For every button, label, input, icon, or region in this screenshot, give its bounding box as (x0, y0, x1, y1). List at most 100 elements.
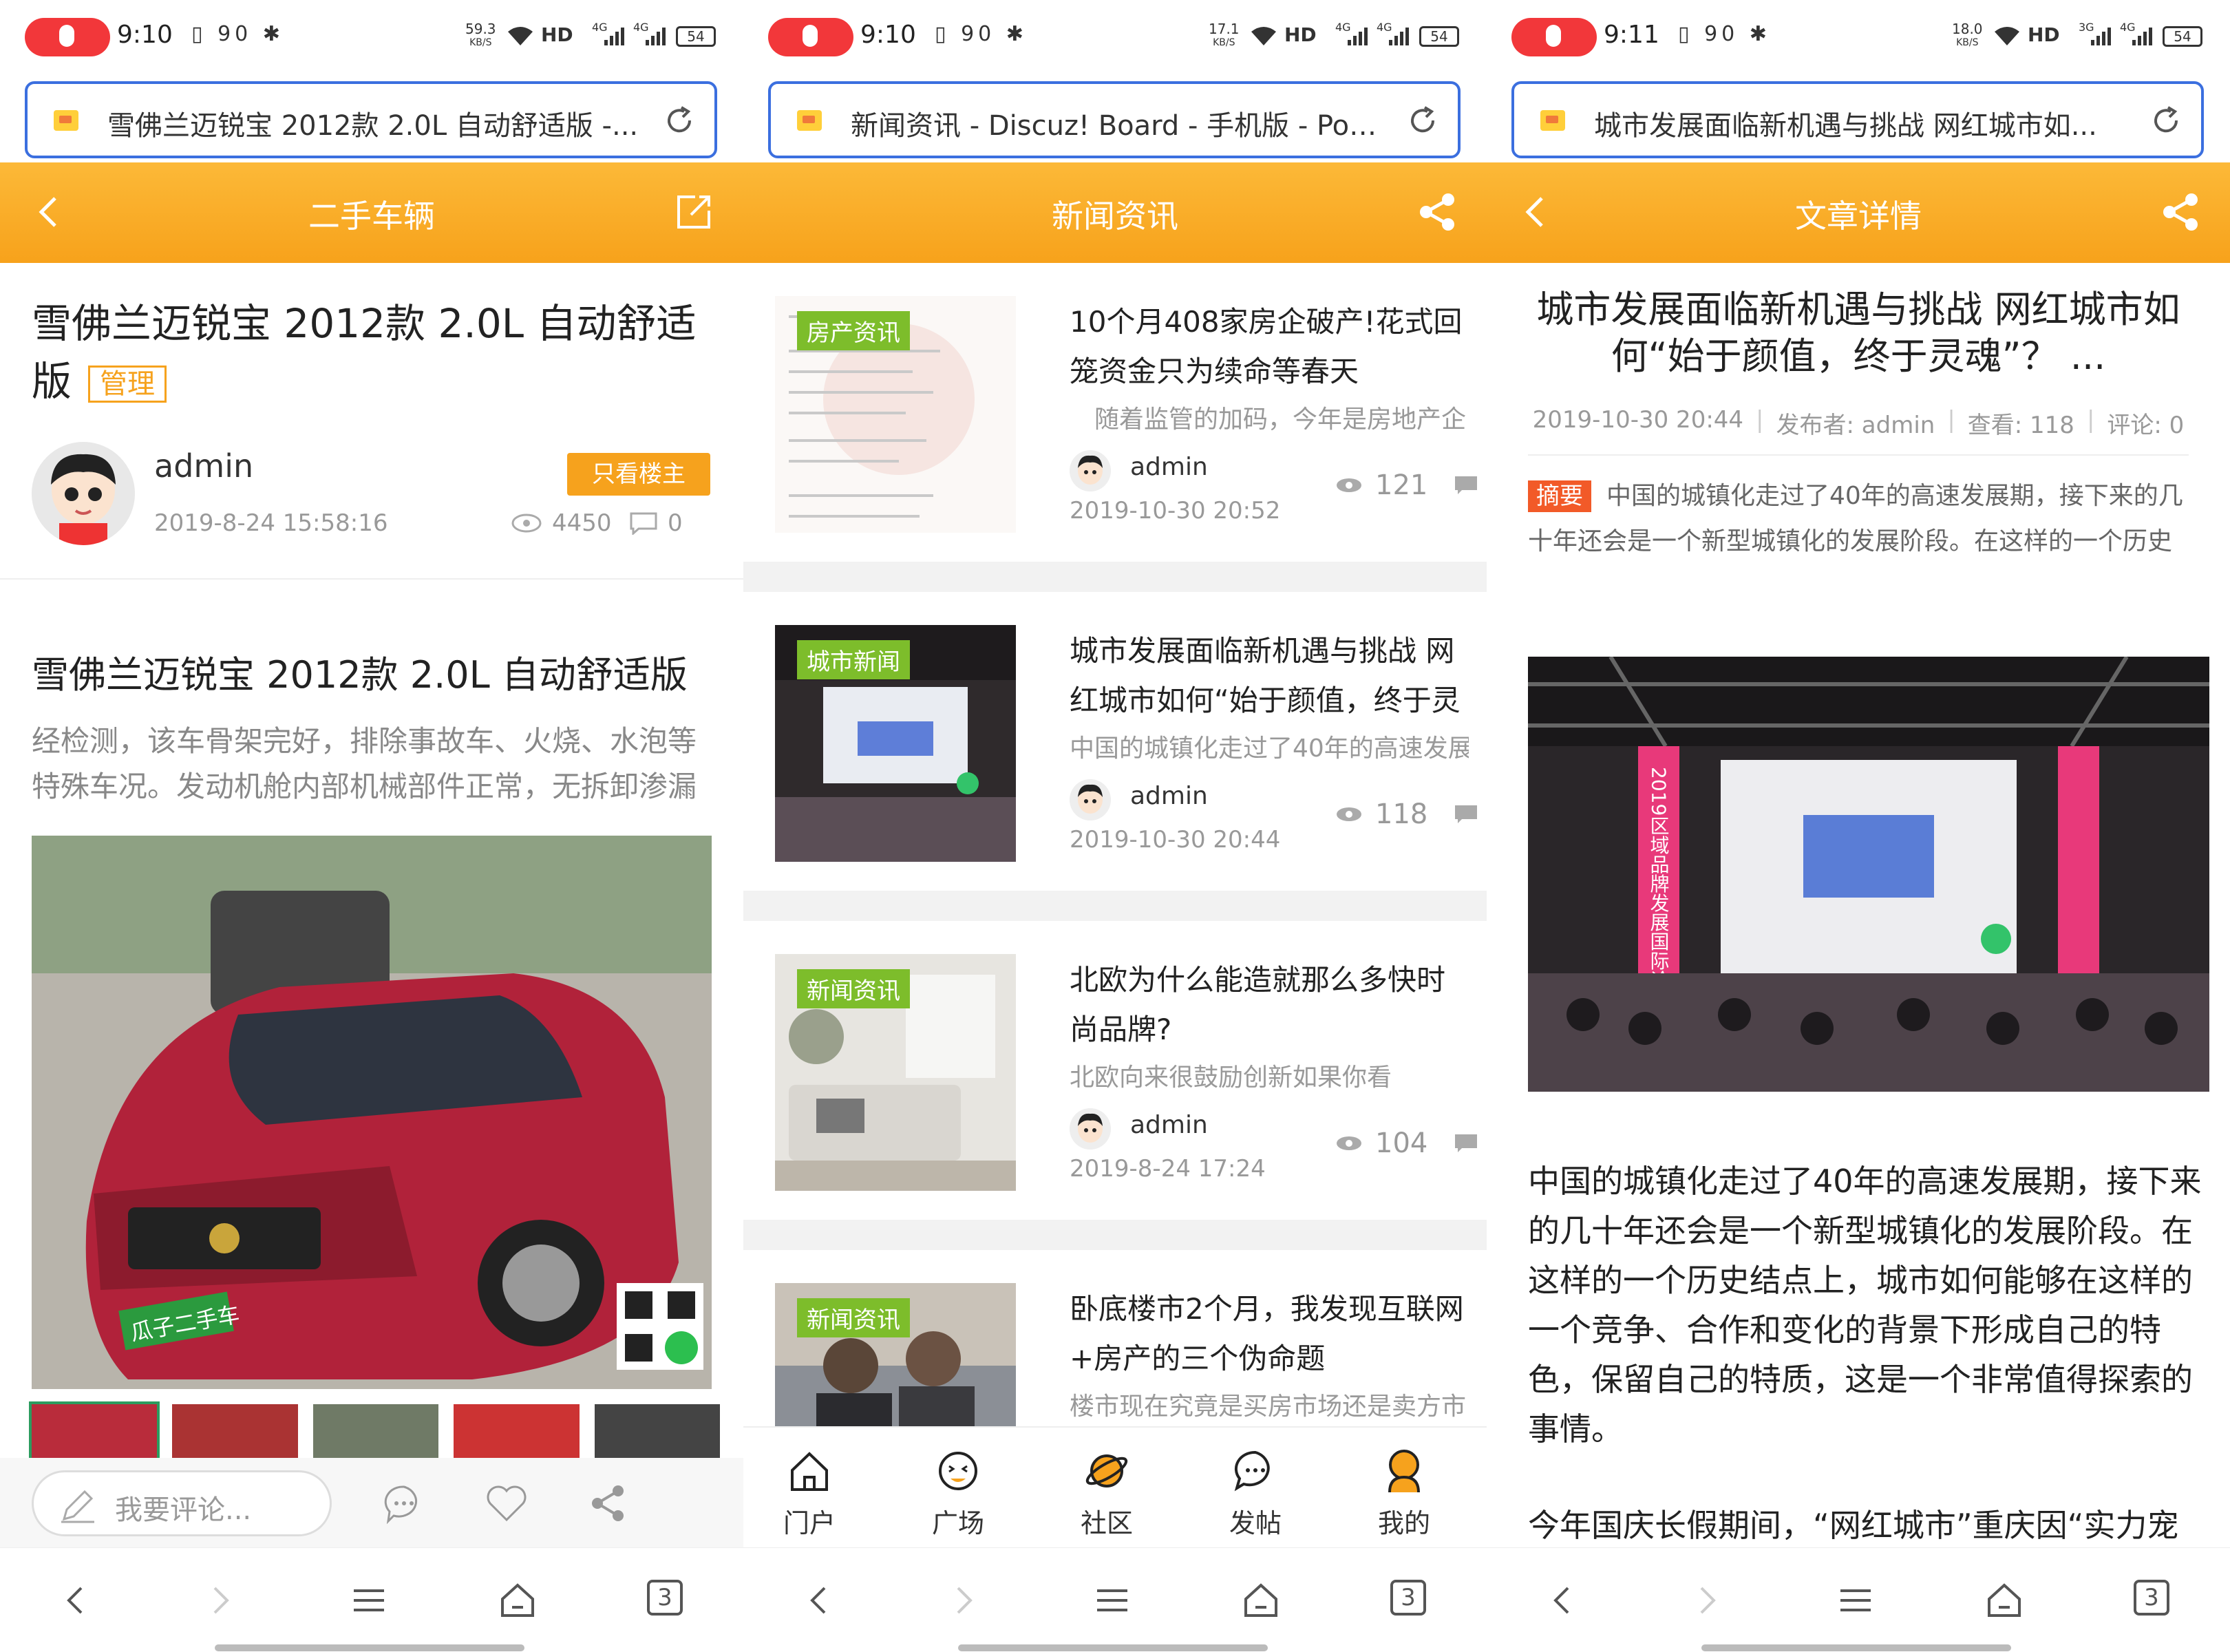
browser-back-icon[interactable] (798, 1580, 840, 1621)
vibrate-icon: ▯ (935, 22, 951, 46)
tabs-count-icon[interactable]: 3 (2134, 1580, 2169, 1616)
browser-forward-icon[interactable] (200, 1580, 241, 1621)
signal-1-icon (2091, 25, 2111, 45)
refresh-icon[interactable] (663, 105, 695, 136)
share-external-icon[interactable] (672, 190, 716, 234)
article-comments: 评论: 0 (2107, 412, 2185, 439)
divider (1528, 454, 2189, 456)
news-summary: 随着监管的加码，今年是房地产企 (1094, 405, 1467, 434)
mic-indicator[interactable] (768, 18, 853, 56)
car-photo[interactable]: 瓜子二手车 (32, 836, 712, 1389)
mic-indicator[interactable] (25, 18, 110, 56)
article-body: 中国的城镇化走过了40年的高速发展期，接下来的几十年还会是一个新型城镇化的发展阶… (1528, 1163, 2202, 1448)
home-icon[interactable] (1984, 1580, 2025, 1621)
home-icon[interactable] (497, 1580, 538, 1621)
refresh-rate: 90 (217, 22, 253, 46)
emoji-face-icon (939, 1452, 977, 1490)
news-card[interactable]: 新闻资讯 北欧为什么能造就那么多快时尚品牌? 北欧向来很鼓励创新如果你看 adm… (743, 921, 1487, 1224)
tabs-count-icon[interactable]: 3 (647, 1580, 683, 1616)
thumbnail[interactable] (28, 1401, 160, 1461)
network-type: HD (1284, 23, 1317, 46)
mic-icon (1546, 25, 1561, 47)
news-card[interactable]: 城市新闻 城市发展面临新机遇与挑战 网红城市如何“始于颜值，终于灵 中国的城镇化… (743, 592, 1487, 895)
menu-icon[interactable] (348, 1580, 390, 1621)
page-header: 新闻资讯 (743, 162, 1487, 263)
home-indicator[interactable] (215, 1644, 524, 1651)
comment-count: 0 (629, 509, 683, 537)
panel-used-car-post: 9:10 ▯ 90 ✱ 59.3 KB/S HD 4G 4G 54 雪佛兰迈锐宝 … (0, 0, 743, 1652)
browser-back-icon[interactable] (55, 1580, 96, 1621)
wifi-icon (508, 27, 533, 45)
heart-icon[interactable] (485, 1483, 529, 1524)
news-title: 卧底楼市2个月，我发现互联网+房产的三个伪命题 (1070, 1292, 1464, 1375)
refresh-rate: 90 (1704, 22, 1739, 46)
browser-back-icon[interactable] (1542, 1580, 1583, 1621)
only-op-button[interactable]: 只看楼主 (567, 453, 710, 496)
home-indicator[interactable] (958, 1644, 1268, 1651)
news-card[interactable]: 房产资讯 10个月408家房企破产!花式回笼资金只为续命等春天 随着监管的加码，… (743, 263, 1487, 566)
news-card[interactable]: 新闻资讯 卧底楼市2个月，我发现互联网+房产的三个伪命题 楼市现在究竟是买房市场… (743, 1250, 1487, 1426)
browser-forward-icon[interactable] (1686, 1580, 1728, 1621)
menu-icon[interactable] (1092, 1580, 1133, 1621)
tab-post[interactable]: 发帖 (1214, 1447, 1297, 1540)
tab-community[interactable]: 社区 (1065, 1447, 1148, 1540)
signal-1-icon (604, 25, 624, 45)
status-icons: ▯ 90 ✱ (1678, 22, 1771, 46)
status-bar: 9:10 ▯ 90 ✱ 59.3 KB/S HD 4G 4G 54 (0, 0, 743, 76)
home-indicator[interactable] (1701, 1644, 2011, 1651)
article-image[interactable]: 2019区域品牌发展国际论坛 (1528, 657, 2209, 1092)
separator (743, 562, 1487, 592)
refresh-icon[interactable] (1407, 105, 1438, 136)
browser-forward-icon[interactable] (943, 1580, 984, 1621)
summary-text: 中国的城镇化走过了40年的高速发展期，接下来的几十年还会是一个新型城镇化的发展阶… (1528, 482, 2183, 555)
author-name[interactable]: admin (154, 447, 253, 485)
avatar (1070, 1108, 1111, 1150)
browser-bottom-nav: 3 (743, 1547, 1487, 1652)
mic-indicator[interactable] (1511, 18, 1597, 56)
tab-mine[interactable]: 我的 (1363, 1447, 1445, 1540)
bluetooth-icon: ✱ (1006, 22, 1028, 46)
avatar[interactable] (32, 442, 135, 545)
status-time: 9:10 (117, 21, 173, 49)
bluetooth-icon: ✱ (262, 22, 284, 46)
refresh-icon[interactable] (2150, 105, 2182, 136)
wifi-icon (1251, 27, 1276, 45)
comment-input[interactable]: 我要评论... (32, 1470, 332, 1536)
tab-label: 广场 (931, 1508, 984, 1538)
share-icon[interactable] (1415, 190, 1459, 234)
news-summary: 楼市现在究竟是买房市场还是卖方市 (1070, 1392, 1467, 1421)
page-header: 二手车辆 (0, 162, 743, 263)
status-bar: 9:11 ▯ 90 ✱ 18.0 KB/S HD 3G 4G 54 (1487, 0, 2230, 76)
url-bar[interactable]: 城市发展面临新机遇与挑战 网红城市如... (1511, 81, 2204, 158)
banner-text: 2019区域品牌发展国际论坛 (1648, 767, 1670, 1008)
summary-tag: 摘要 (1528, 480, 1591, 512)
cartoon-avatar-icon (32, 442, 135, 545)
status-bar: 9:10 ▯ 90 ✱ 17.1 KB/S HD 4G 4G 54 (743, 0, 1487, 76)
mic-icon (59, 25, 74, 47)
thumbnail[interactable] (454, 1404, 580, 1458)
browser-bottom-nav: 3 (0, 1547, 743, 1652)
battery-icon: 54 (2163, 26, 2202, 47)
url-bar[interactable]: 新闻资讯 - Discuz! Board - 手机版 - Powe... (768, 81, 1461, 158)
chat-icon[interactable] (383, 1483, 425, 1525)
site-favicon-icon (54, 110, 78, 131)
tab-square[interactable]: 广场 (917, 1447, 999, 1540)
tab-portal[interactable]: 门户 (768, 1447, 851, 1540)
conference-hall-photo-icon: 2019区域品牌发展国际论坛 (1528, 657, 2209, 1092)
news-title: 北欧为什么能造就那么多快时尚品牌? (1070, 963, 1446, 1046)
category-badge: 新闻资讯 (797, 1298, 910, 1337)
news-thumbnail: 房产资讯 (775, 296, 1016, 533)
menu-icon[interactable] (1835, 1580, 1876, 1621)
share-icon[interactable] (588, 1483, 629, 1524)
news-author: admin (1130, 1111, 1208, 1139)
thumbnail[interactable] (172, 1404, 298, 1458)
net-speed: 17.1 KB/S (1209, 21, 1240, 48)
share-icon[interactable] (2158, 190, 2202, 234)
thumbnail[interactable] (594, 1404, 721, 1458)
bluetooth-icon: ✱ (1749, 22, 1771, 46)
url-bar[interactable]: 雪佛兰迈锐宝 2012款 2.0L 自动舒适版 -... (25, 81, 717, 158)
house-icon (791, 1452, 828, 1491)
thumbnail[interactable] (312, 1404, 439, 1458)
home-icon[interactable] (1240, 1580, 1282, 1621)
tabs-count-icon[interactable]: 3 (1390, 1580, 1426, 1616)
